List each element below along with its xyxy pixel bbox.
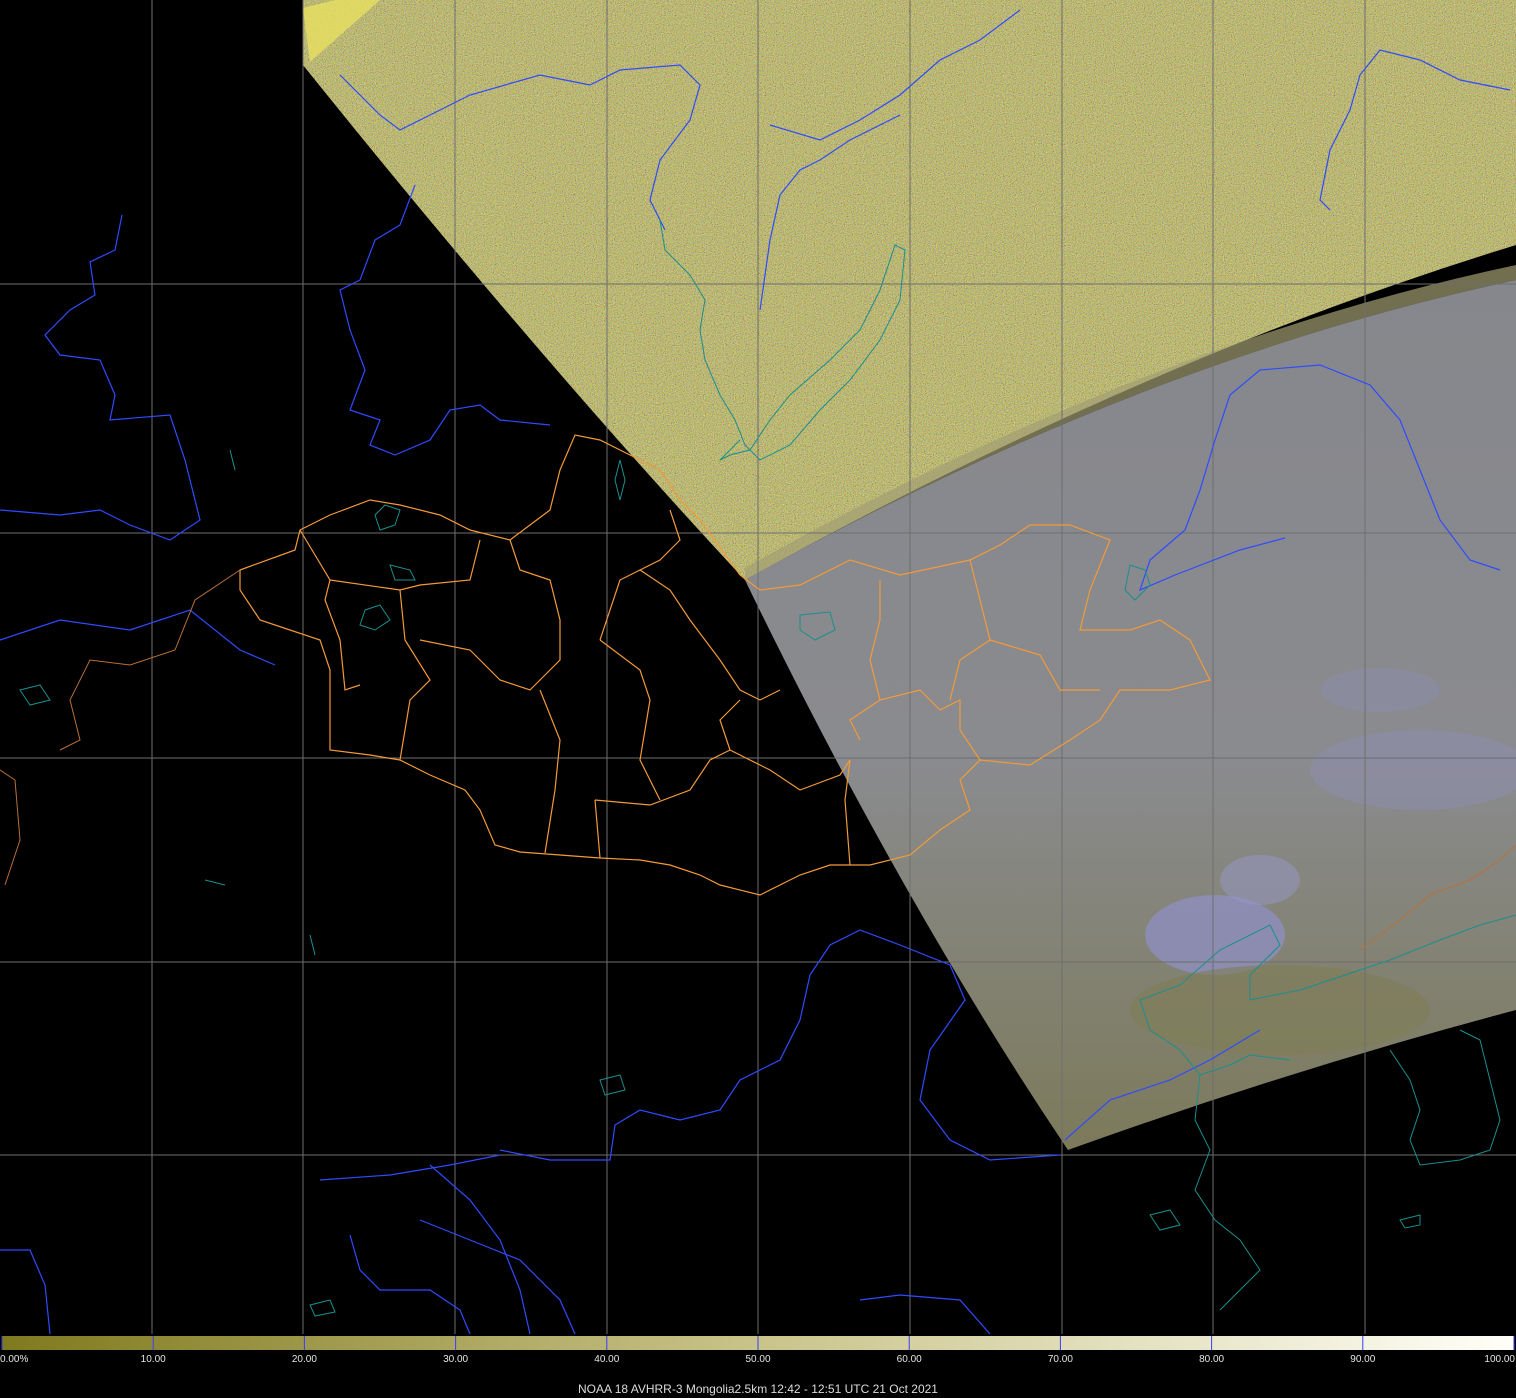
image-caption: NOAA 18 AVHRR-3 Mongolia2.5km 12:42 - 12… <box>578 1382 938 1396</box>
colorbar-tick-label: 100.00 <box>1484 1354 1515 1365</box>
colorbar-tick-label: 80.00 <box>1199 1354 1225 1365</box>
colorbar-tick-label: 10.00 <box>140 1354 166 1365</box>
colorbar-tick-label: 30.00 <box>443 1354 469 1365</box>
colorbar-tick-label: 50.00 <box>745 1354 771 1365</box>
colorbar-tick-label: 90.00 <box>1350 1354 1376 1365</box>
colorbar-tick-label: 20.00 <box>291 1354 317 1365</box>
satellite-map <box>0 0 1516 1335</box>
colorbar-tick-label: 70.00 <box>1047 1354 1073 1365</box>
colorbar-tick-label: 0.00% <box>0 1354 29 1365</box>
colorbar-tick-label: 60.00 <box>896 1354 922 1365</box>
colorbar-tick-label: 40.00 <box>594 1354 620 1365</box>
